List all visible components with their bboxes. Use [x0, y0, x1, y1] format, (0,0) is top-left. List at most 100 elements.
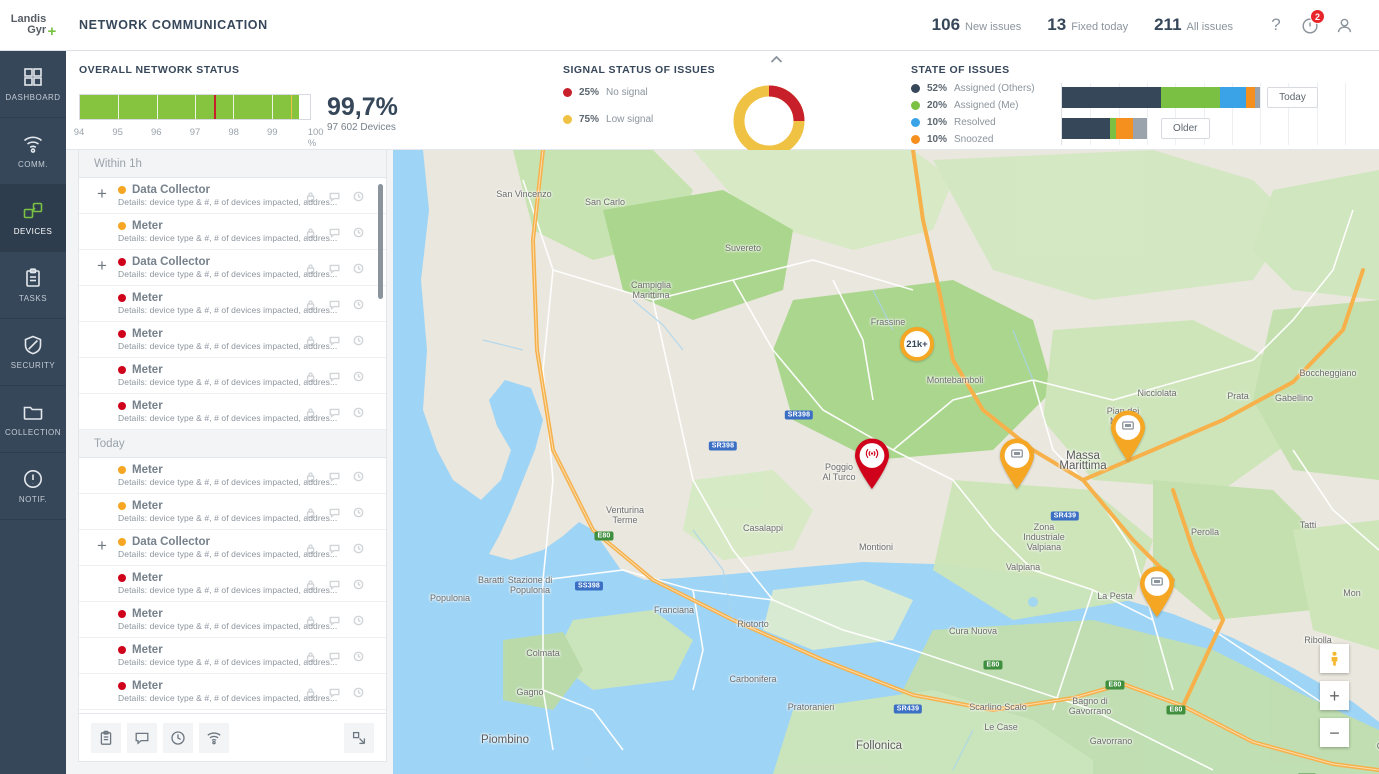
lock-action-button[interactable]	[305, 649, 316, 662]
comment-action-button[interactable]	[329, 577, 340, 590]
comment-action-button[interactable]	[329, 505, 340, 518]
lock-action-button[interactable]	[305, 505, 316, 518]
clock-action-button[interactable]	[353, 405, 364, 418]
comment-action-button[interactable]	[329, 333, 340, 346]
alerts-button[interactable]: 2	[1293, 8, 1327, 42]
stat-new-issues[interactable]: 106 New issues	[932, 15, 1022, 35]
signal-filter-button[interactable]	[199, 722, 229, 753]
clock-action-button[interactable]	[353, 613, 364, 626]
lock-action-button[interactable]	[305, 225, 316, 238]
expand-issue-button[interactable]: +	[97, 185, 111, 202]
map-pin-meter[interactable]	[1108, 410, 1148, 462]
legend-dot-no-signal	[563, 88, 572, 97]
comment-action-button[interactable]	[329, 405, 340, 418]
clock-action-button[interactable]	[353, 577, 364, 590]
lock-action-button[interactable]	[305, 261, 316, 274]
issue-row[interactable]: Meter Details: device type & #, # of devi…	[79, 286, 386, 322]
sidebar-item-collection[interactable]: COLLECTION	[0, 386, 66, 453]
comment-action-button[interactable]	[329, 261, 340, 274]
clock-action-button[interactable]	[353, 649, 364, 662]
lock-action-button[interactable]	[305, 189, 316, 202]
lock-action-button[interactable]	[305, 469, 316, 482]
clock-action-button[interactable]	[353, 469, 364, 482]
bar-label-older[interactable]: Older	[1161, 118, 1210, 139]
expand-issue-button[interactable]: +	[97, 257, 111, 274]
sidebar-item-notifications[interactable]: NOTIF.	[0, 453, 66, 520]
map-pin-meter[interactable]	[997, 438, 1037, 490]
issue-row[interactable]: + Data Collector Details: device type & #,…	[79, 530, 386, 566]
lock-action-button[interactable]	[305, 333, 316, 346]
stat-fixed-today[interactable]: 13 Fixed today	[1047, 15, 1128, 35]
clock-action-button[interactable]	[353, 505, 364, 518]
sidebar-item-devices[interactable]: DEVICES	[0, 185, 66, 252]
lock-action-button[interactable]	[305, 577, 316, 590]
street-view-button[interactable]	[1320, 644, 1349, 673]
expand-issue-button[interactable]: +	[97, 537, 111, 554]
issue-row[interactable]: Meter Details: device type & #, # of devi…	[79, 638, 386, 674]
comment-action-button[interactable]	[329, 541, 340, 554]
issue-row[interactable]: Meter Details: device type & #, # of devi…	[79, 322, 386, 358]
zoom-out-button[interactable]: −	[1320, 718, 1349, 747]
issue-row[interactable]: Meter Details: device type & #, # of devi…	[79, 566, 386, 602]
map-pin-signal-tower[interactable]	[852, 438, 892, 490]
map-view[interactable]: + − San Vincenzo San Carlo Suvereto Campigl…	[393, 150, 1379, 774]
map-cluster-marker[interactable]: 21k+	[900, 327, 934, 361]
issue-row[interactable]: Meter Details: device type & #, # of devi…	[79, 494, 386, 530]
issue-row[interactable]: Meter Details: device type & #, # of devi…	[79, 394, 386, 430]
clock-action-button[interactable]	[353, 685, 364, 698]
comment-action-button[interactable]	[329, 649, 340, 662]
clock-action-button[interactable]	[353, 189, 364, 202]
issue-row[interactable]: Meter Details: device type & #, # of devi…	[79, 674, 386, 710]
clock-action-button[interactable]	[353, 333, 364, 346]
issue-actions	[305, 261, 364, 274]
clock-action-button[interactable]	[353, 225, 364, 238]
sidebar-item-tasks[interactable]: TASKS	[0, 252, 66, 319]
user-account-button[interactable]	[1327, 8, 1361, 42]
stacked-bar-older[interactable]	[1062, 118, 1147, 139]
map-pin-meter[interactable]	[1137, 566, 1177, 618]
legend-value-snoozed: 10%	[927, 134, 948, 145]
lock-action-button[interactable]	[305, 685, 316, 698]
issue-row[interactable]: Meter Details: device type & #, # of devi…	[79, 602, 386, 638]
comment-action-button[interactable]	[329, 369, 340, 382]
clock-action-button[interactable]	[353, 541, 364, 554]
issue-row[interactable]: + Data Collector Details: device type & #,…	[79, 178, 386, 214]
bar-label-today[interactable]: Today	[1267, 87, 1318, 108]
help-button[interactable]: ?	[1259, 8, 1293, 42]
sidebar-item-dashboard[interactable]: DASHBOARD	[0, 51, 66, 118]
history-filter-button[interactable]	[163, 722, 193, 753]
sidebar-item-security[interactable]: SECURITY	[0, 319, 66, 386]
lock-action-button[interactable]	[305, 405, 316, 418]
clock-action-button[interactable]	[353, 261, 364, 274]
lock-action-button[interactable]	[305, 613, 316, 626]
lock-action-button[interactable]	[305, 297, 316, 310]
collapse-panel-button[interactable]	[344, 722, 374, 753]
comment-action-button[interactable]	[329, 225, 340, 238]
comment-action-button[interactable]	[329, 189, 340, 202]
zoom-in-button[interactable]: +	[1320, 681, 1349, 710]
severity-dot-icon	[118, 402, 126, 410]
gauge-track: 97,5 99,5	[79, 94, 311, 120]
sidebar-item-comm[interactable]: COMM.	[0, 118, 66, 185]
stacked-bar-today[interactable]	[1062, 87, 1261, 108]
issue-row[interactable]: Meter Details: device type & #, # of devi…	[79, 214, 386, 250]
issues-list-scrollbar[interactable]	[378, 184, 383, 299]
clock-action-button[interactable]	[353, 297, 364, 310]
issue-row[interactable]: Meter Details: device type & #, # of devi…	[79, 458, 386, 494]
comment-action-button[interactable]	[329, 297, 340, 310]
issue-title: Meter	[132, 680, 163, 692]
comment-action-button[interactable]	[329, 685, 340, 698]
comments-filter-button[interactable]	[127, 722, 157, 753]
comment-action-button[interactable]	[329, 613, 340, 626]
lock-action-button[interactable]	[305, 541, 316, 554]
comment-action-button[interactable]	[329, 469, 340, 482]
stat-all-issues[interactable]: 211 All issues	[1154, 15, 1233, 35]
tasks-filter-button[interactable]	[91, 722, 121, 753]
clock-action-button[interactable]	[353, 369, 364, 382]
brand-logo[interactable]: Landis Gyr +	[0, 0, 66, 51]
signal-tower-icon	[864, 445, 880, 466]
issue-row[interactable]: Meter Details: device type & #, # of devi…	[79, 358, 386, 394]
issue-row[interactable]: + Data Collector Details: device type & #,…	[79, 250, 386, 286]
issues-list[interactable]: Within 1h + Data Collector Details: device …	[78, 150, 387, 762]
lock-action-button[interactable]	[305, 369, 316, 382]
